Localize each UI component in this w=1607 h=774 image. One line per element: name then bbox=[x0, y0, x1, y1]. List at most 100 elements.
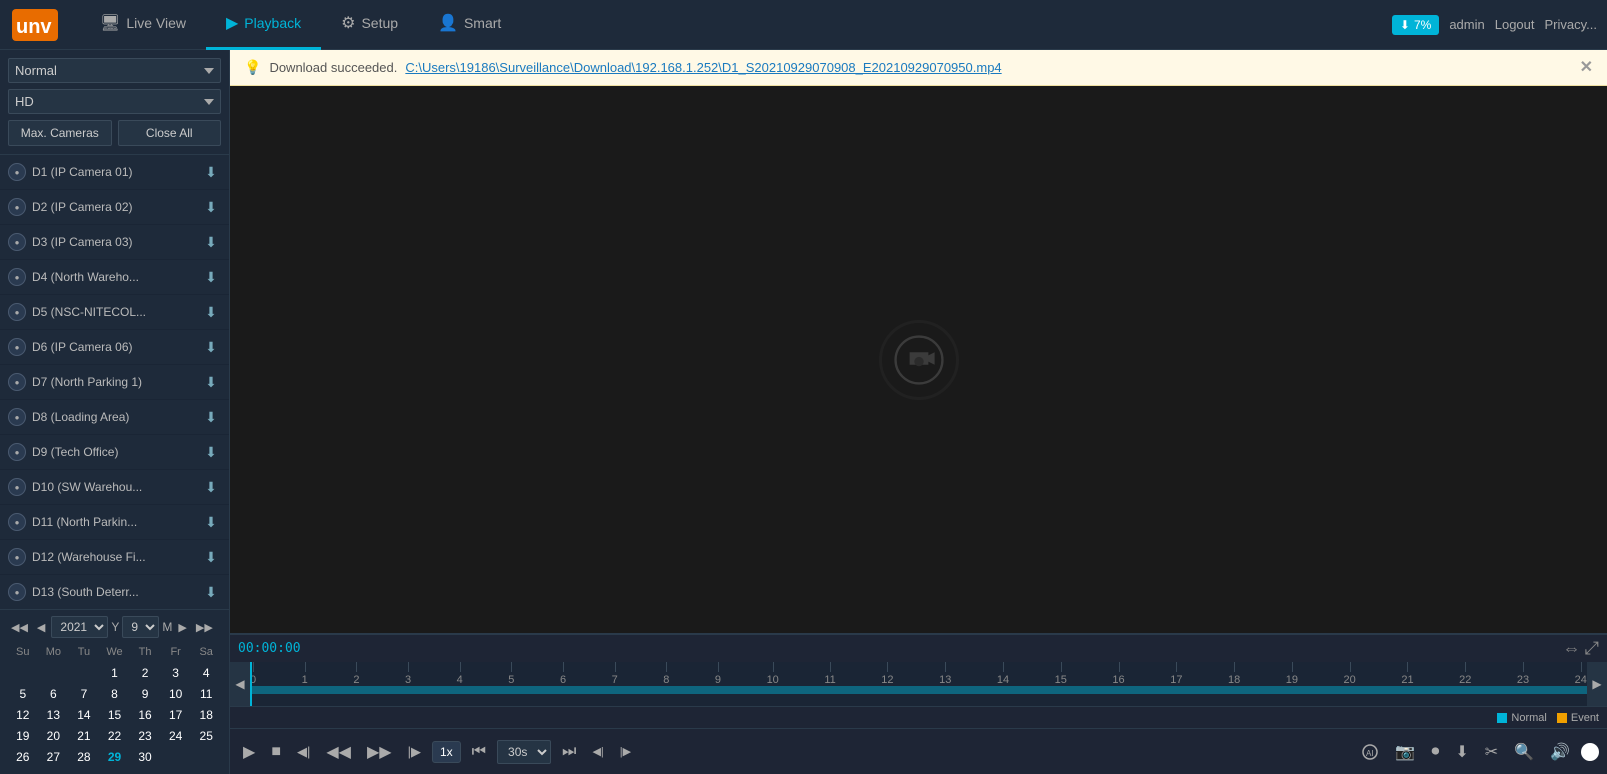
camera-download-btn[interactable]: ⬇ bbox=[201, 442, 221, 462]
cal-month-select[interactable]: 9 bbox=[122, 616, 159, 638]
record-btn[interactable]: ⏺ bbox=[1426, 740, 1444, 764]
cal-prev-prev-btn[interactable]: ◀◀ bbox=[8, 620, 31, 635]
notification-link[interactable]: C:\Users\19186\Surveillance\Download\192… bbox=[405, 60, 1001, 75]
cal-day-cell[interactable]: 3 bbox=[161, 663, 191, 683]
timeline-nav-right[interactable]: ▶ bbox=[1587, 662, 1607, 706]
cal-next-next-btn[interactable]: ▶▶ bbox=[193, 620, 216, 635]
cal-day-cell[interactable]: 5 bbox=[8, 684, 38, 704]
stop-btn[interactable]: ■ bbox=[266, 740, 286, 764]
cal-day-cell[interactable]: 10 bbox=[161, 684, 191, 704]
download-badge[interactable]: ⬇ 7% bbox=[1392, 15, 1439, 35]
camera-download-btn[interactable]: ⬇ bbox=[201, 512, 221, 532]
cal-year-select[interactable]: 2021 bbox=[51, 616, 108, 638]
volume-control[interactable] bbox=[1581, 743, 1599, 761]
camera-item-d2[interactable]: ● D2 (IP Camera 02) ⬇ bbox=[0, 190, 229, 225]
camera-download-btn[interactable]: ⬇ bbox=[201, 582, 221, 602]
skip-start-btn[interactable]: ⏮ bbox=[467, 740, 491, 764]
fast-forward-btn[interactable]: ▶▶ bbox=[362, 739, 397, 765]
cal-day-cell[interactable]: 22 bbox=[100, 726, 130, 746]
nav-live-view[interactable]: 🖥 Live View bbox=[80, 0, 206, 50]
cal-next-btn[interactable]: ▶ bbox=[175, 620, 189, 635]
camera-item-d5[interactable]: ● D5 (NSC-NITECOL... ⬇ bbox=[0, 295, 229, 330]
camera-download-btn[interactable]: ⬇ bbox=[201, 337, 221, 357]
nav-smart[interactable]: 👤 Smart bbox=[418, 0, 521, 50]
camera-item-d4[interactable]: ● D4 (North Wareho... ⬇ bbox=[0, 260, 229, 295]
camera-item-d10[interactable]: ● D10 (SW Warehou... ⬇ bbox=[0, 470, 229, 505]
cal-day-cell[interactable]: 26 bbox=[8, 747, 38, 767]
cal-day-cell[interactable]: 8 bbox=[100, 684, 130, 704]
interval-select[interactable]: 30s 1m 2m 5m bbox=[497, 740, 551, 764]
skip-end-btn[interactable]: ⏭ bbox=[557, 740, 581, 764]
cal-day-cell[interactable]: 20 bbox=[39, 726, 69, 746]
camera-download-btn[interactable]: ⬇ bbox=[201, 302, 221, 322]
camera-item-d11[interactable]: ● D11 (North Parkin... ⬇ bbox=[0, 505, 229, 540]
play-btn[interactable]: ▶ bbox=[238, 739, 260, 765]
cal-day-cell[interactable]: 27 bbox=[39, 747, 69, 767]
camera-item-d13[interactable]: ● D13 (South Deterr... ⬇ bbox=[0, 575, 229, 609]
cal-day-cell[interactable]: 29 bbox=[100, 747, 130, 767]
camera-download-btn[interactable]: ⬇ bbox=[201, 232, 221, 252]
notification-close-btn[interactable]: ✕ bbox=[1580, 60, 1593, 76]
cal-day-cell[interactable]: 14 bbox=[69, 705, 99, 725]
speed-badge[interactable]: 1x bbox=[432, 741, 461, 763]
camera-download-btn[interactable]: ⬇ bbox=[201, 407, 221, 427]
camera-download-btn[interactable]: ⬇ bbox=[201, 547, 221, 567]
cal-day-cell[interactable]: 7 bbox=[69, 684, 99, 704]
camera-download-btn[interactable]: ⬇ bbox=[201, 162, 221, 182]
camera-item-d8[interactable]: ● D8 (Loading Area) ⬇ bbox=[0, 400, 229, 435]
logout-btn[interactable]: Logout bbox=[1495, 17, 1535, 32]
rewind-btn[interactable]: ◀◀ bbox=[321, 739, 356, 765]
cal-day-cell[interactable]: 6 bbox=[39, 684, 69, 704]
quality-select[interactable]: HD SD bbox=[8, 89, 221, 114]
camera-item-d1[interactable]: ● D1 (IP Camera 01) ⬇ bbox=[0, 155, 229, 190]
camera-download-btn[interactable]: ⬇ bbox=[201, 477, 221, 497]
nav-playback[interactable]: ▶ Playback bbox=[206, 0, 321, 50]
cal-day-cell[interactable]: 24 bbox=[161, 726, 191, 746]
camera-download-btn[interactable]: ⬇ bbox=[201, 267, 221, 287]
expand-timeline-btn[interactable]: ⇔ bbox=[1563, 638, 1581, 659]
search-btn[interactable]: 🔍 bbox=[1509, 739, 1539, 765]
max-cameras-btn[interactable]: Max. Cameras bbox=[8, 120, 112, 146]
cal-day-cell[interactable]: 21 bbox=[69, 726, 99, 746]
next-clip-btn[interactable]: |▶ bbox=[615, 742, 636, 761]
cal-day-cell[interactable]: 30 bbox=[130, 747, 160, 767]
camera-item-d3[interactable]: ● D3 (IP Camera 03) ⬇ bbox=[0, 225, 229, 260]
video-area[interactable] bbox=[230, 86, 1607, 633]
cal-day-cell[interactable]: 2 bbox=[130, 663, 160, 683]
camera-item-d7[interactable]: ● D7 (North Parking 1) ⬇ bbox=[0, 365, 229, 400]
cal-day-cell[interactable]: 12 bbox=[8, 705, 38, 725]
camera-item-d9[interactable]: ● D9 (Tech Office) ⬇ bbox=[0, 435, 229, 470]
cal-day-cell[interactable]: 13 bbox=[39, 705, 69, 725]
cal-day-cell[interactable]: 9 bbox=[130, 684, 160, 704]
cal-day-cell[interactable]: 19 bbox=[8, 726, 38, 746]
camera-download-btn[interactable]: ⬇ bbox=[201, 197, 221, 217]
timeline-nav-left[interactable]: ◀ bbox=[230, 662, 250, 706]
cal-day-cell[interactable]: 17 bbox=[161, 705, 191, 725]
stream-type-select[interactable]: Normal Sub Stream Third Stream bbox=[8, 58, 221, 83]
ai-btn[interactable]: AI bbox=[1356, 740, 1384, 764]
cal-day-cell[interactable]: 1 bbox=[100, 663, 130, 683]
cal-day-cell[interactable]: 18 bbox=[191, 705, 221, 725]
cal-day-cell[interactable]: 23 bbox=[130, 726, 160, 746]
timeline-ruler[interactable]: 0123456789101112131415161718192021222324 bbox=[250, 662, 1587, 706]
cal-day-cell[interactable]: 25 bbox=[191, 726, 221, 746]
cal-day-cell[interactable]: 28 bbox=[69, 747, 99, 767]
prev-clip-btn[interactable]: ◀| bbox=[587, 742, 608, 761]
cal-day-cell[interactable]: 11 bbox=[191, 684, 221, 704]
camera-download-btn[interactable]: ⬇ bbox=[201, 372, 221, 392]
prev-frame-btn[interactable]: ◀| bbox=[292, 741, 315, 763]
download-video-btn[interactable]: ⬇ bbox=[1450, 739, 1473, 765]
cal-day-cell[interactable]: 16 bbox=[130, 705, 160, 725]
camera-item-d6[interactable]: ● D6 (IP Camera 06) ⬇ bbox=[0, 330, 229, 365]
clip-btn[interactable]: ✂ bbox=[1480, 739, 1503, 765]
audio-btn[interactable]: 🔊 bbox=[1545, 739, 1575, 765]
snapshot-btn[interactable]: 📷 bbox=[1390, 739, 1420, 765]
cal-day-cell[interactable]: 15 bbox=[100, 705, 130, 725]
expand-all-btn[interactable]: ⤢ bbox=[1585, 638, 1599, 659]
next-frame-btn[interactable]: |▶ bbox=[403, 741, 426, 763]
cal-day-cell[interactable]: 4 bbox=[191, 663, 221, 683]
nav-setup[interactable]: ⚙ Setup bbox=[321, 0, 418, 50]
close-all-btn[interactable]: Close All bbox=[118, 120, 222, 146]
cal-prev-btn[interactable]: ◀ bbox=[34, 620, 48, 635]
privacy-btn[interactable]: Privacy... bbox=[1545, 17, 1598, 32]
